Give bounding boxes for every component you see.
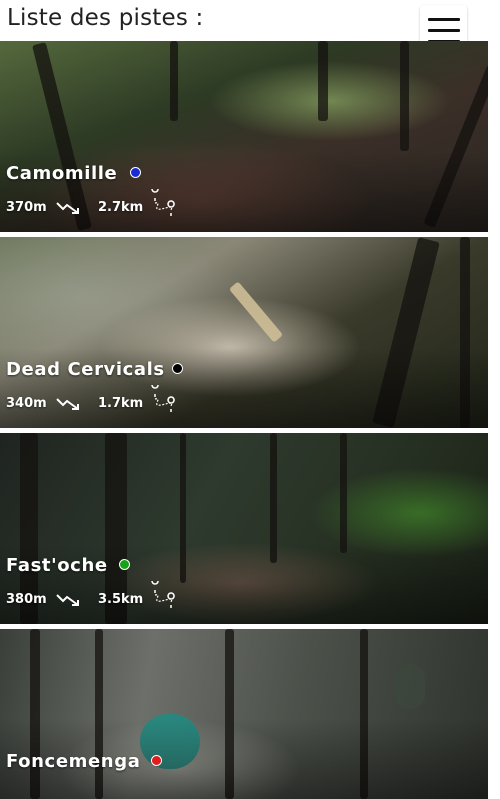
difficulty-dot — [119, 559, 130, 570]
track-stats: 380m 3.5km — [6, 581, 206, 610]
track-card-fastoche[interactable]: Fast'oche 380m 3.5km — [0, 433, 488, 624]
track-name: Foncemenga — [6, 751, 141, 772]
difficulty-dot — [130, 167, 141, 178]
track-name: Fast'oche — [6, 555, 108, 576]
descent-trend-icon — [56, 398, 79, 410]
track-stats: 370m 2.7km — [6, 189, 206, 218]
elevation-value: 340m — [6, 396, 47, 411]
hamburger-menu-icon — [428, 18, 460, 21]
track-name: Dead Cervicals — [6, 359, 165, 380]
distance-value: 2.7km — [98, 200, 144, 215]
tree-trunk — [170, 41, 178, 121]
tree-trunk — [318, 41, 328, 121]
descent-trend-icon — [56, 594, 79, 606]
tree-trunk — [340, 433, 347, 553]
route-pin-icon — [151, 581, 175, 608]
distance-value: 1.7km — [98, 396, 144, 411]
rider — [395, 664, 425, 709]
difficulty-dot — [151, 755, 162, 766]
track-card-foncemenga[interactable]: Foncemenga — [0, 629, 488, 799]
app-header: Liste des pistes : — [0, 0, 500, 51]
track-card-dead-cervicals[interactable]: Dead Cervicals 340m 1.7km — [0, 237, 488, 428]
track-card-camomille[interactable]: Camomille 370m 2.7km — [0, 41, 488, 232]
fallen-log — [228, 281, 284, 343]
difficulty-dot — [172, 363, 183, 374]
route-pin-icon — [151, 385, 175, 412]
distance-value: 3.5km — [98, 592, 144, 607]
track-name: Camomille — [6, 163, 118, 184]
page-title: Liste des pistes : — [7, 5, 204, 31]
route-pin-icon — [151, 189, 175, 216]
track-stats: 340m 1.7km — [6, 385, 206, 414]
hamburger-line — [428, 29, 460, 32]
descent-trend-icon — [56, 202, 79, 214]
elevation-value: 380m — [6, 592, 47, 607]
elevation-value: 370m — [6, 200, 47, 215]
tree-trunk — [400, 41, 409, 151]
